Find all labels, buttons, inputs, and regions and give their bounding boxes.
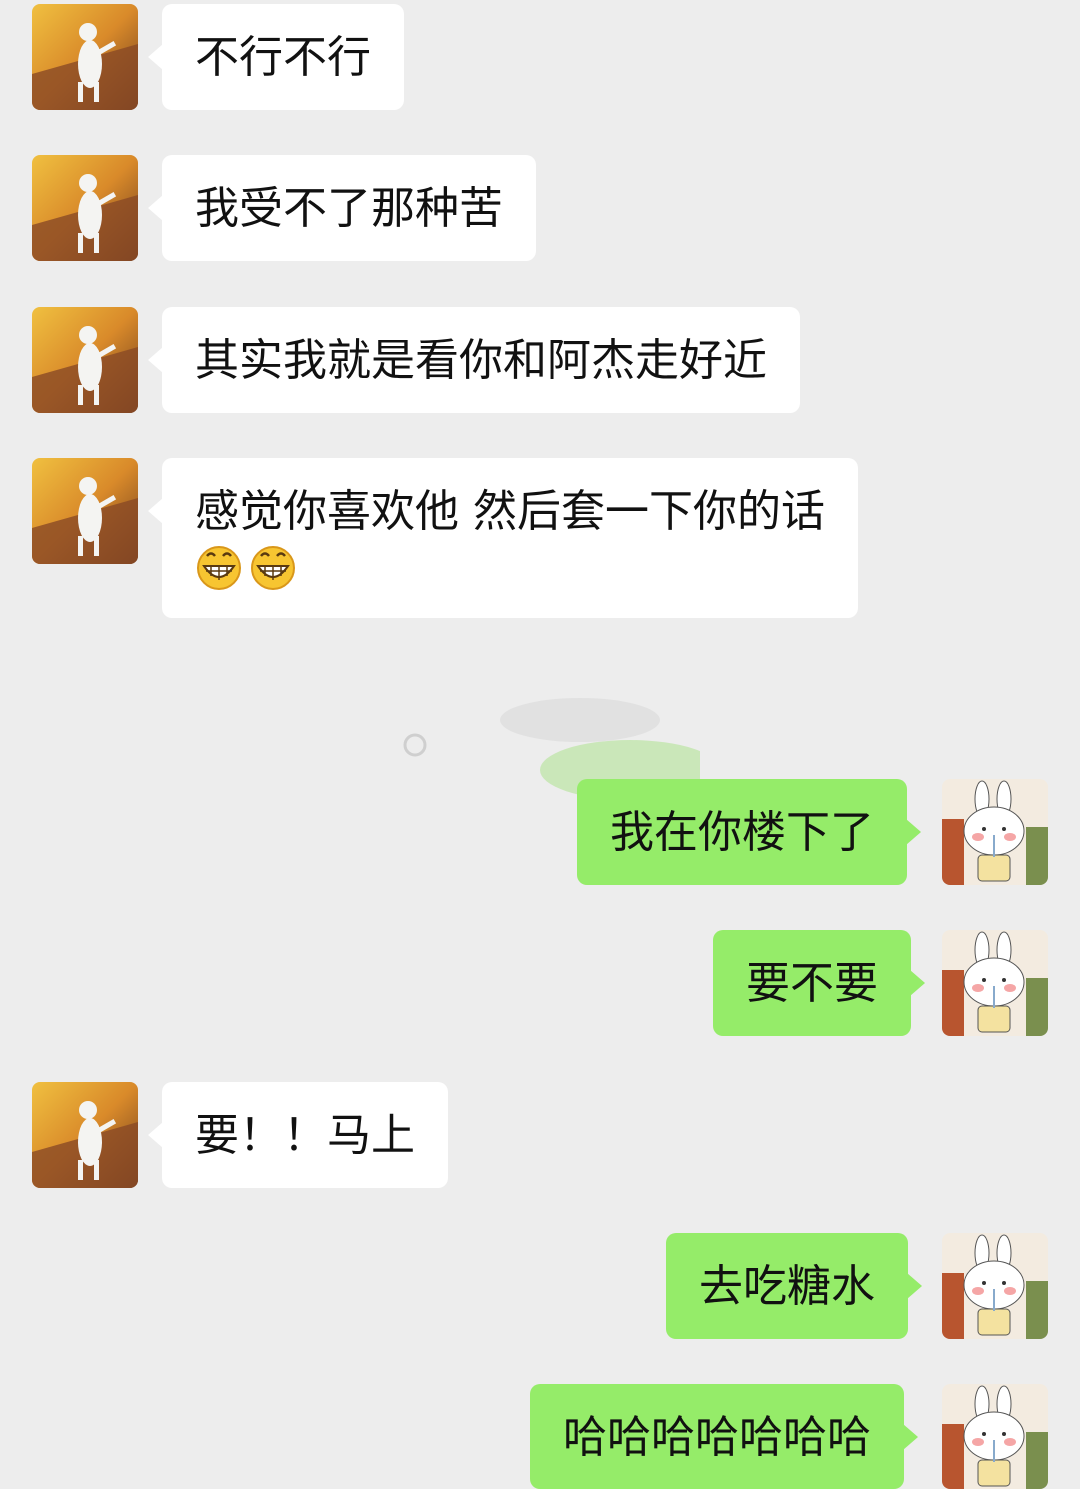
bunny-drink-avatar[interactable]	[942, 779, 1048, 885]
bunny-drink-avatar[interactable]	[942, 1233, 1048, 1339]
alpaca-dance-avatar[interactable]	[32, 307, 138, 413]
outgoing-message-bubble[interactable]: 去吃糖水	[666, 1233, 922, 1339]
message-text: 要不要	[746, 958, 878, 1009]
message-text: 要！！马上	[195, 1110, 415, 1161]
message-row-outgoing: 我在你楼下了	[0, 779, 1080, 885]
incoming-message-bubble[interactable]: 不行不行	[148, 4, 404, 110]
alpaca-dance-avatar[interactable]	[32, 4, 138, 110]
outgoing-message-bubble[interactable]: 哈哈哈哈哈哈哈	[530, 1384, 918, 1489]
message-text: 哈哈哈哈哈哈哈	[563, 1412, 871, 1463]
message-text: 我受不了那种苦	[195, 183, 503, 234]
outgoing-message-bubble[interactable]: 要不要	[713, 930, 925, 1036]
incoming-message-bubble[interactable]: 感觉你喜欢他 然后套一下你的话	[148, 458, 858, 618]
message-text: 我在你楼下了	[610, 807, 874, 858]
message-row-outgoing: 去吃糖水	[0, 1233, 1080, 1339]
incoming-message-bubble[interactable]: 其实我就是看你和阿杰走好近	[148, 307, 800, 413]
message-row-incoming: 其实我就是看你和阿杰走好近	[0, 307, 1080, 413]
chat-transcript: 不行不行 我受不了那种苦 其实我就是看你和阿杰走好近 感觉你喜欢他 然后套一下你…	[0, 0, 1080, 1489]
message-row-incoming: 要！！马上	[0, 1082, 1080, 1188]
message-text: 其实我就是看你和阿杰走好近	[195, 335, 767, 386]
alpaca-dance-avatar[interactable]	[32, 458, 138, 564]
alpaca-dance-avatar[interactable]	[32, 1082, 138, 1188]
message-text: 感觉你喜欢他 然后套一下你的话	[195, 486, 825, 537]
message-row-outgoing: 哈哈哈哈哈哈哈	[0, 1384, 1080, 1489]
incoming-message-bubble[interactable]: 要！！马上	[148, 1082, 448, 1188]
incoming-message-bubble[interactable]: 我受不了那种苦	[148, 155, 536, 261]
bunny-drink-avatar[interactable]	[942, 1384, 1048, 1489]
alpaca-dance-avatar[interactable]	[32, 155, 138, 261]
emoji-row	[195, 542, 825, 590]
message-row-incoming: 不行不行	[0, 4, 1080, 110]
message-row-outgoing: 要不要	[0, 930, 1080, 1036]
message-row-incoming: 我受不了那种苦	[0, 155, 1080, 261]
grin-emoji-icon	[249, 542, 297, 590]
grin-emoji-icon	[195, 542, 243, 590]
bunny-drink-avatar[interactable]	[942, 930, 1048, 1036]
message-text: 去吃糖水	[699, 1261, 875, 1312]
message-text: 不行不行	[195, 32, 371, 83]
message-row-incoming: 感觉你喜欢他 然后套一下你的话	[0, 458, 1080, 618]
outgoing-message-bubble[interactable]: 我在你楼下了	[577, 779, 921, 885]
